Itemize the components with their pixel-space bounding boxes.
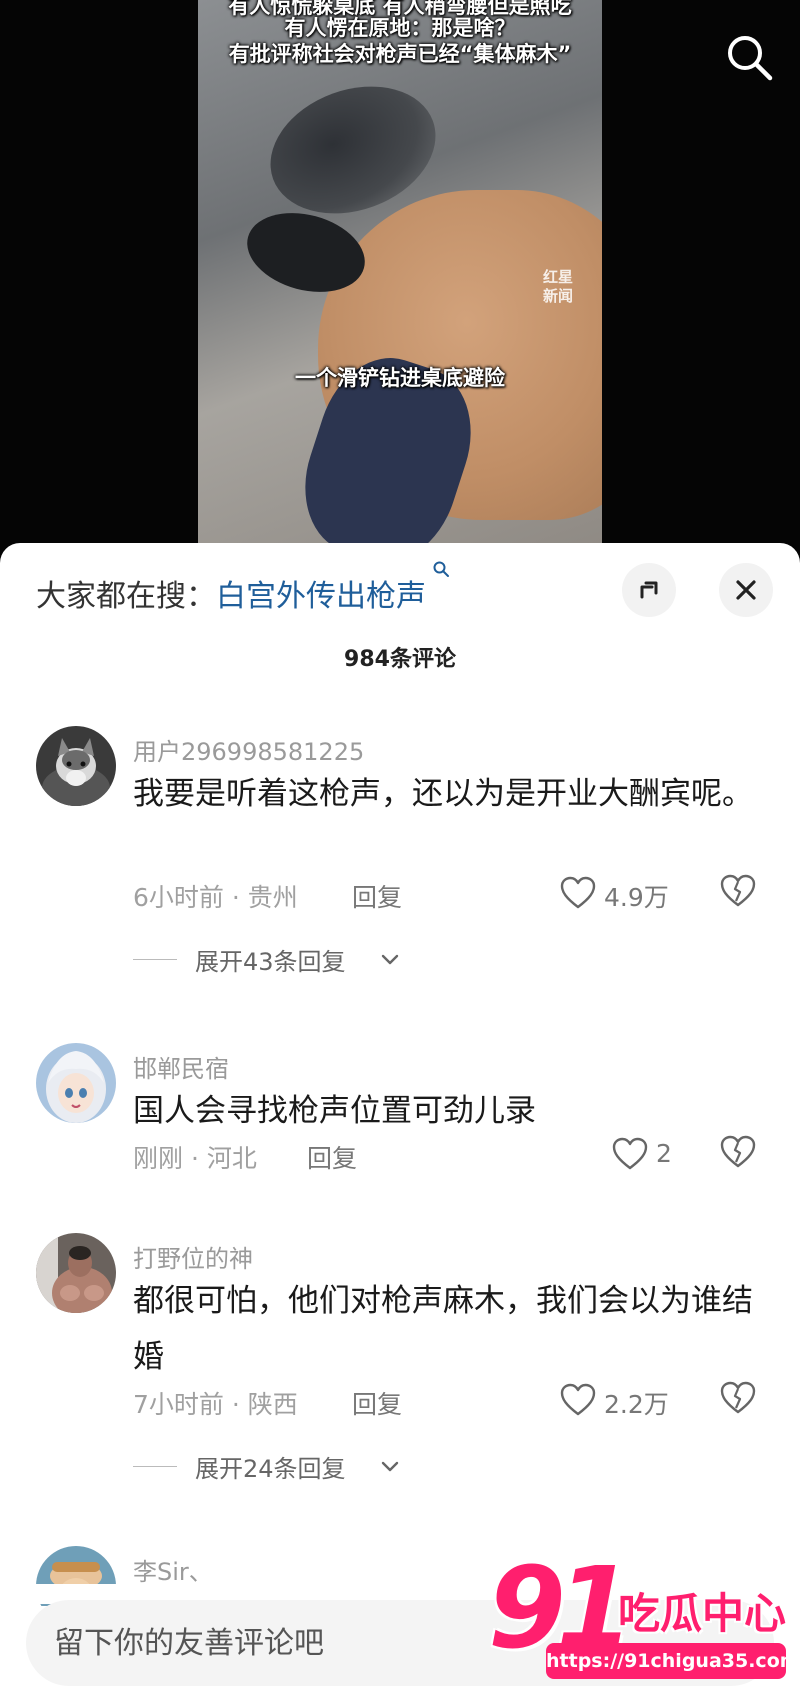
expand-replies-label: 展开43条回复 bbox=[195, 948, 346, 976]
heart-icon bbox=[560, 876, 596, 909]
search-button[interactable] bbox=[722, 30, 778, 86]
trending-search-prefix: 大家都在搜： bbox=[36, 579, 216, 614]
watermark-url: https://91chigua35.com bbox=[546, 1643, 800, 1679]
avatar[interactable] bbox=[36, 1233, 116, 1313]
comment-username[interactable]: 用户296998581225 bbox=[133, 732, 364, 767]
expand-divider bbox=[133, 1466, 177, 1467]
dislike-button[interactable] bbox=[720, 874, 760, 914]
dislike-button[interactable] bbox=[720, 1135, 760, 1175]
chevron-down-icon bbox=[381, 954, 399, 965]
comment-text: 都很可怕，他们对枪声麻木，我们会以为谁结婚 bbox=[133, 1283, 753, 1375]
comment-time-location: 刚刚 · 河北 bbox=[133, 1144, 257, 1173]
like-button[interactable]: 2.2万 bbox=[560, 1381, 680, 1421]
broken-heart-icon bbox=[720, 874, 756, 907]
expand-replies-button[interactable]: 展开43条回复 bbox=[133, 942, 433, 976]
comment-count: 984条评论 bbox=[344, 647, 456, 672]
source-logo-line-2: 新闻 bbox=[542, 287, 573, 305]
site-watermark: 91 吃瓜中心 https://91chigua35.com bbox=[486, 1544, 800, 1707]
trending-search-bar[interactable]: 大家都在搜：白宫外传出枪声 bbox=[36, 561, 450, 615]
like-button[interactable]: 4.9万 bbox=[560, 874, 680, 914]
watermark-name: 吃瓜中心 bbox=[618, 1589, 787, 1638]
comment-item: 打野位的神 都很可怕，他们对枪声麻木，我们会以为谁结婚 7小时前 · 陕西 回复… bbox=[0, 1233, 800, 1523]
broken-heart-icon bbox=[720, 1135, 756, 1168]
comment-text: 国人会寻找枪声位置可劲儿录 bbox=[133, 1093, 536, 1129]
close-icon bbox=[736, 580, 756, 600]
comment-item: 邯郸民宿 国人会寻找枪声位置可劲儿录 刚刚 · 河北 回复 2 bbox=[0, 1043, 800, 1223]
like-count: 4.9万 bbox=[604, 883, 669, 912]
expand-replies-label: 展开24条回复 bbox=[195, 1455, 346, 1483]
video-subtitle: 一个滑铲钻进桌底避险 bbox=[295, 366, 505, 390]
comment-sheet: 大家都在搜：白宫外传出枪声 984条评论 用户296998581225 我要是听… bbox=[0, 543, 800, 1707]
comment-input[interactable] bbox=[54, 1618, 494, 1668]
avatar[interactable] bbox=[36, 726, 116, 806]
like-button[interactable]: 2 bbox=[612, 1135, 692, 1175]
comment-time-location: 6小时前 · 贵州 bbox=[133, 883, 298, 912]
comment-text: 我要是听着这枪声，还以为是开业大酬宾呢。 bbox=[133, 776, 753, 812]
fullscreen-button[interactable] bbox=[622, 563, 676, 617]
news-source-logo: 红星 新闻 bbox=[538, 268, 578, 306]
like-count: 2 bbox=[656, 1139, 672, 1168]
video-player[interactable]: 有人惊慌躲桌底 有人稍弯腰但是照吃 有人愣在原地：那是啥？ 有批评称社会对枪声已… bbox=[0, 0, 800, 560]
comment-item: 用户296998581225 我要是听着这枪声，还以为是开业大酬宾呢。 6小时前… bbox=[0, 726, 800, 1016]
magnifier-icon bbox=[426, 561, 450, 600]
expand-divider bbox=[133, 959, 177, 960]
reply-button[interactable]: 回复 bbox=[352, 1385, 402, 1421]
anime-girl-avatar-icon bbox=[36, 1043, 116, 1123]
comment-username[interactable]: 邯郸民宿 bbox=[133, 1049, 229, 1084]
search-icon bbox=[728, 36, 773, 81]
chevron-down-icon bbox=[381, 1461, 399, 1472]
like-count: 2.2万 bbox=[604, 1390, 669, 1419]
expand-replies-button[interactable]: 展开24条回复 bbox=[133, 1449, 433, 1483]
heart-icon bbox=[612, 1137, 648, 1170]
video-frame: 有人惊慌躲桌底 有人稍弯腰但是照吃 有人愣在原地：那是啥？ 有批评称社会对枪声已… bbox=[198, 0, 602, 545]
close-button[interactable] bbox=[719, 563, 773, 617]
fullscreen-icon bbox=[640, 581, 658, 599]
app-screen: 有人惊慌躲桌底 有人稍弯腰但是照吃 有人愣在原地：那是啥？ 有批评称社会对枪声已… bbox=[0, 0, 800, 1707]
reply-button[interactable]: 回复 bbox=[307, 1139, 357, 1175]
comment-username[interactable]: 李Sir、 bbox=[133, 1552, 213, 1587]
heart-icon bbox=[560, 1383, 596, 1416]
avatar[interactable] bbox=[36, 1043, 116, 1123]
source-logo-line-1: 红星 bbox=[542, 268, 573, 286]
video-caption-line-3: 有批评称社会对枪声已经“集体麻木” bbox=[228, 42, 572, 66]
comment-time-location: 7小时前 · 陕西 bbox=[133, 1390, 298, 1419]
trending-search-keyword[interactable]: 白宫外传出枪声 bbox=[216, 579, 426, 614]
reply-button[interactable]: 回复 bbox=[352, 878, 402, 914]
comment-username[interactable]: 打野位的神 bbox=[133, 1239, 253, 1274]
dislike-button[interactable] bbox=[720, 1381, 760, 1421]
muscle-man-avatar-icon bbox=[36, 1233, 116, 1313]
broken-heart-icon bbox=[720, 1381, 756, 1414]
cat-avatar-icon bbox=[36, 726, 116, 806]
